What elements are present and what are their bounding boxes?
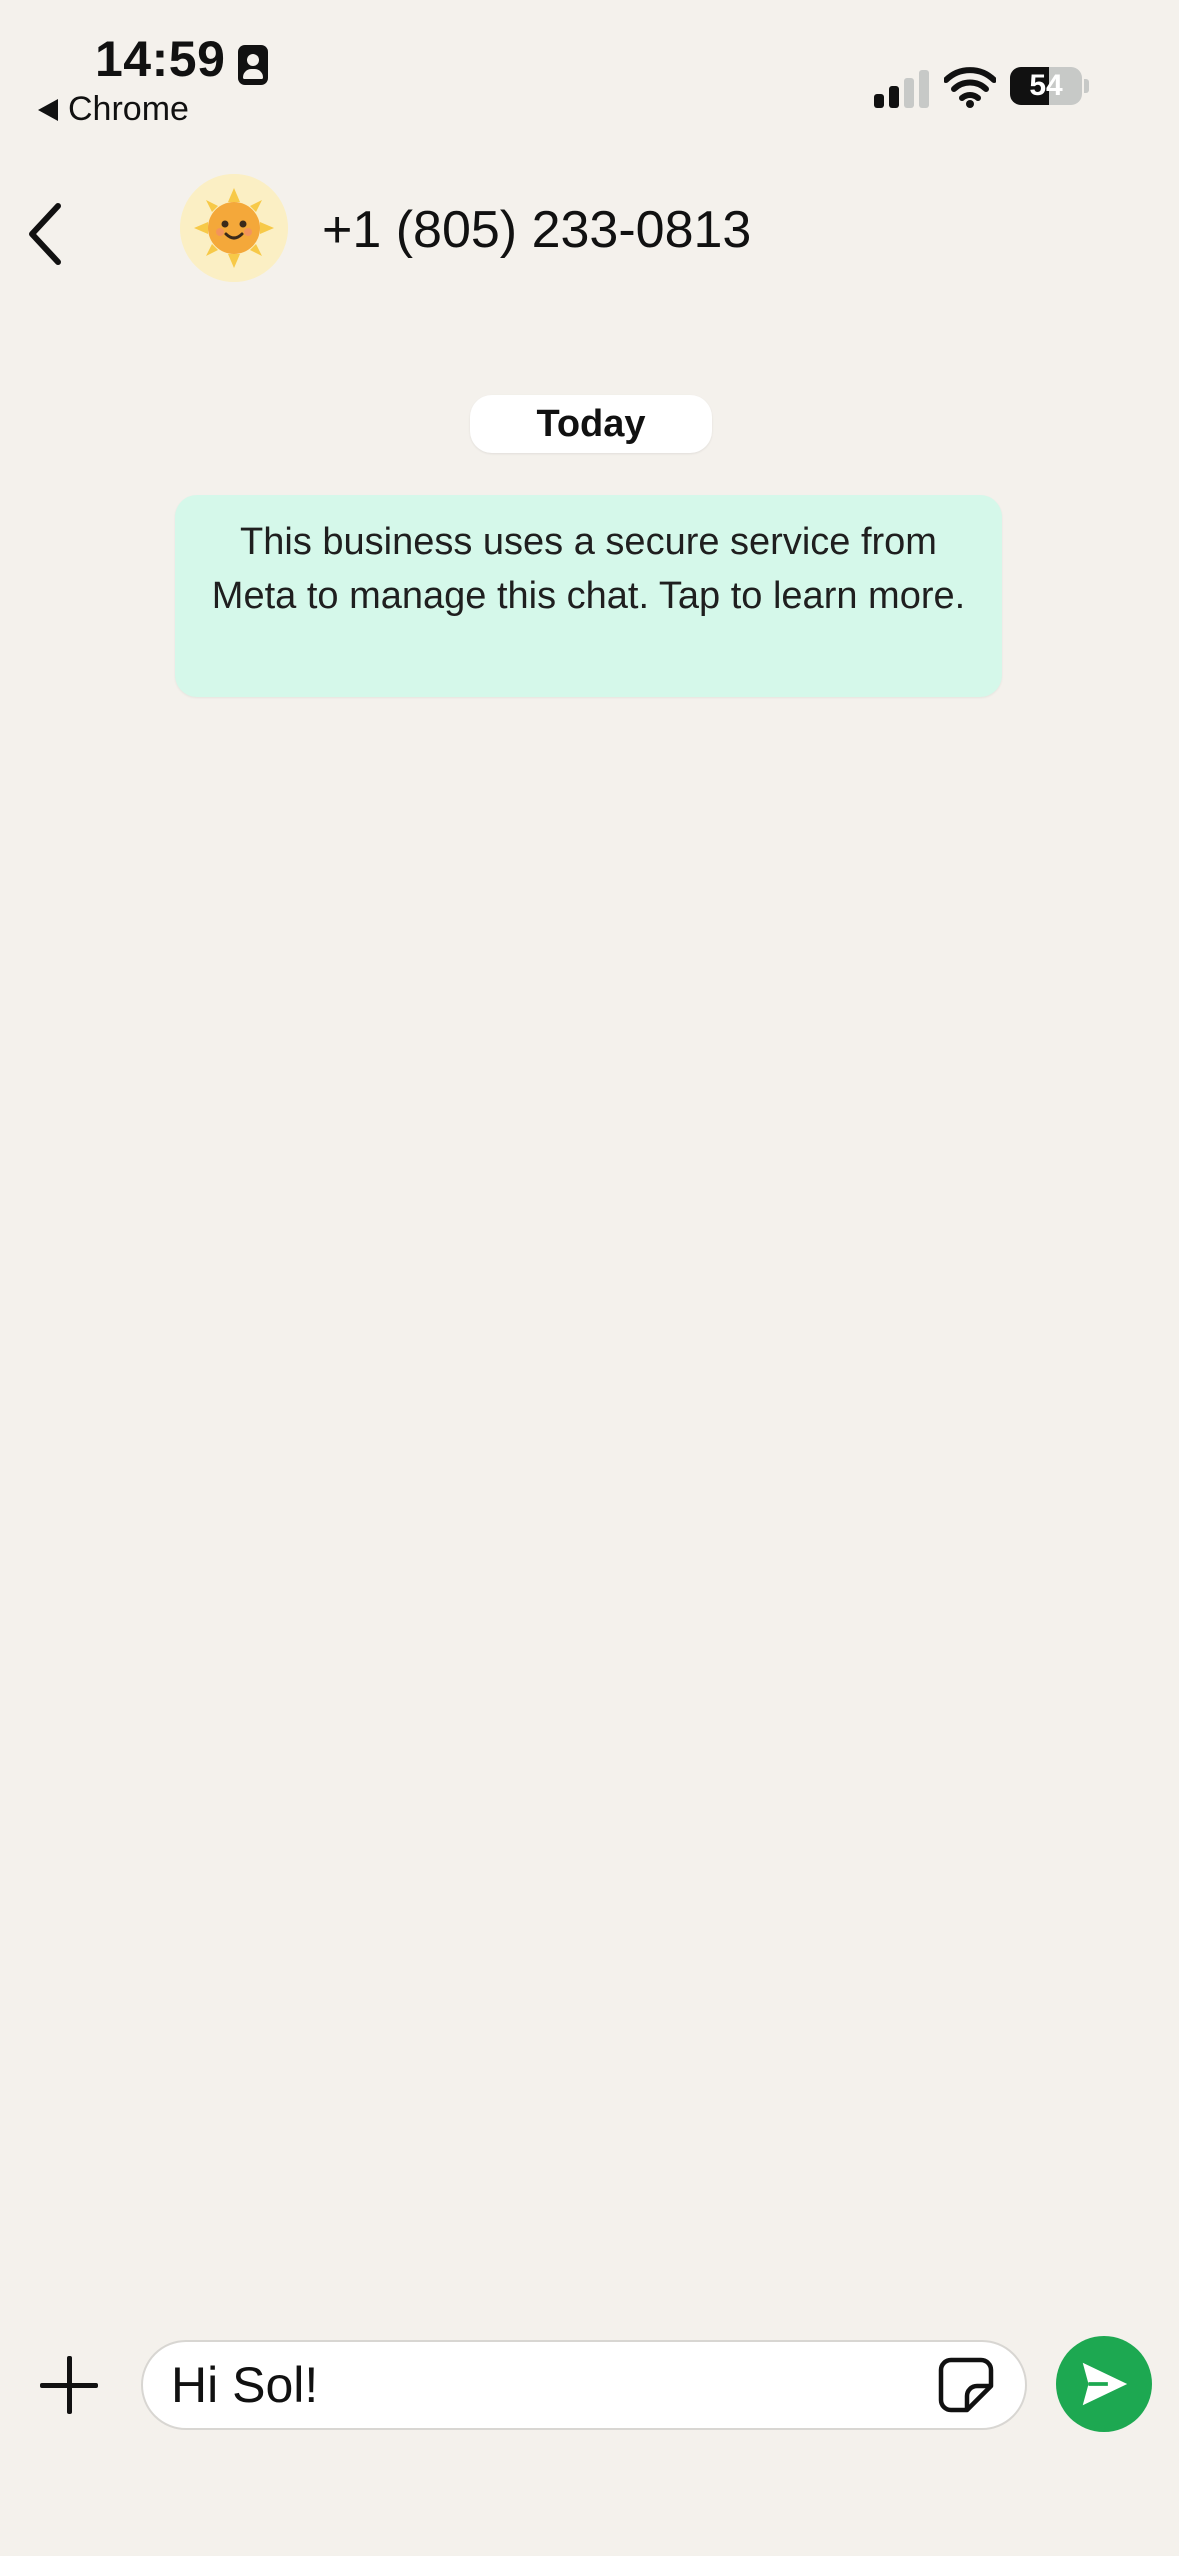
smiling-sun-icon [180,174,288,282]
message-input[interactable]: Hi Sol! [141,2340,1027,2430]
battery-percent: 54 [1029,69,1063,102]
contact-name[interactable]: +1 (805) 233-0813 [322,200,751,260]
status-time: 14:59 [95,31,226,87]
chat-header: +1 (805) 233-0813 [0,160,1179,298]
back-to-app-link[interactable]: Chrome [38,90,189,129]
attach-plus-button[interactable] [36,2352,102,2418]
chat-screen: 14:59 Chrome 54 +1 (805) 233-0813 Today … [0,0,1179,2556]
wifi-icon [944,67,996,108]
battery-nub [1084,79,1089,93]
back-chevron-icon[interactable] [22,200,72,268]
contact-avatar[interactable] [180,174,288,282]
back-to-app-label: Chrome [68,90,189,128]
cellular-signal-icon [874,68,930,108]
battery-indicator: 54 [1010,67,1082,105]
date-separator: Today [470,395,712,453]
sticker-icon[interactable] [937,2356,995,2414]
back-triangle-icon [38,98,58,121]
contact-card-icon [238,45,268,85]
send-arrow-icon [1082,2362,1128,2406]
send-button[interactable] [1056,2336,1152,2432]
business-notice[interactable]: This business uses a secure service from… [175,495,1002,697]
